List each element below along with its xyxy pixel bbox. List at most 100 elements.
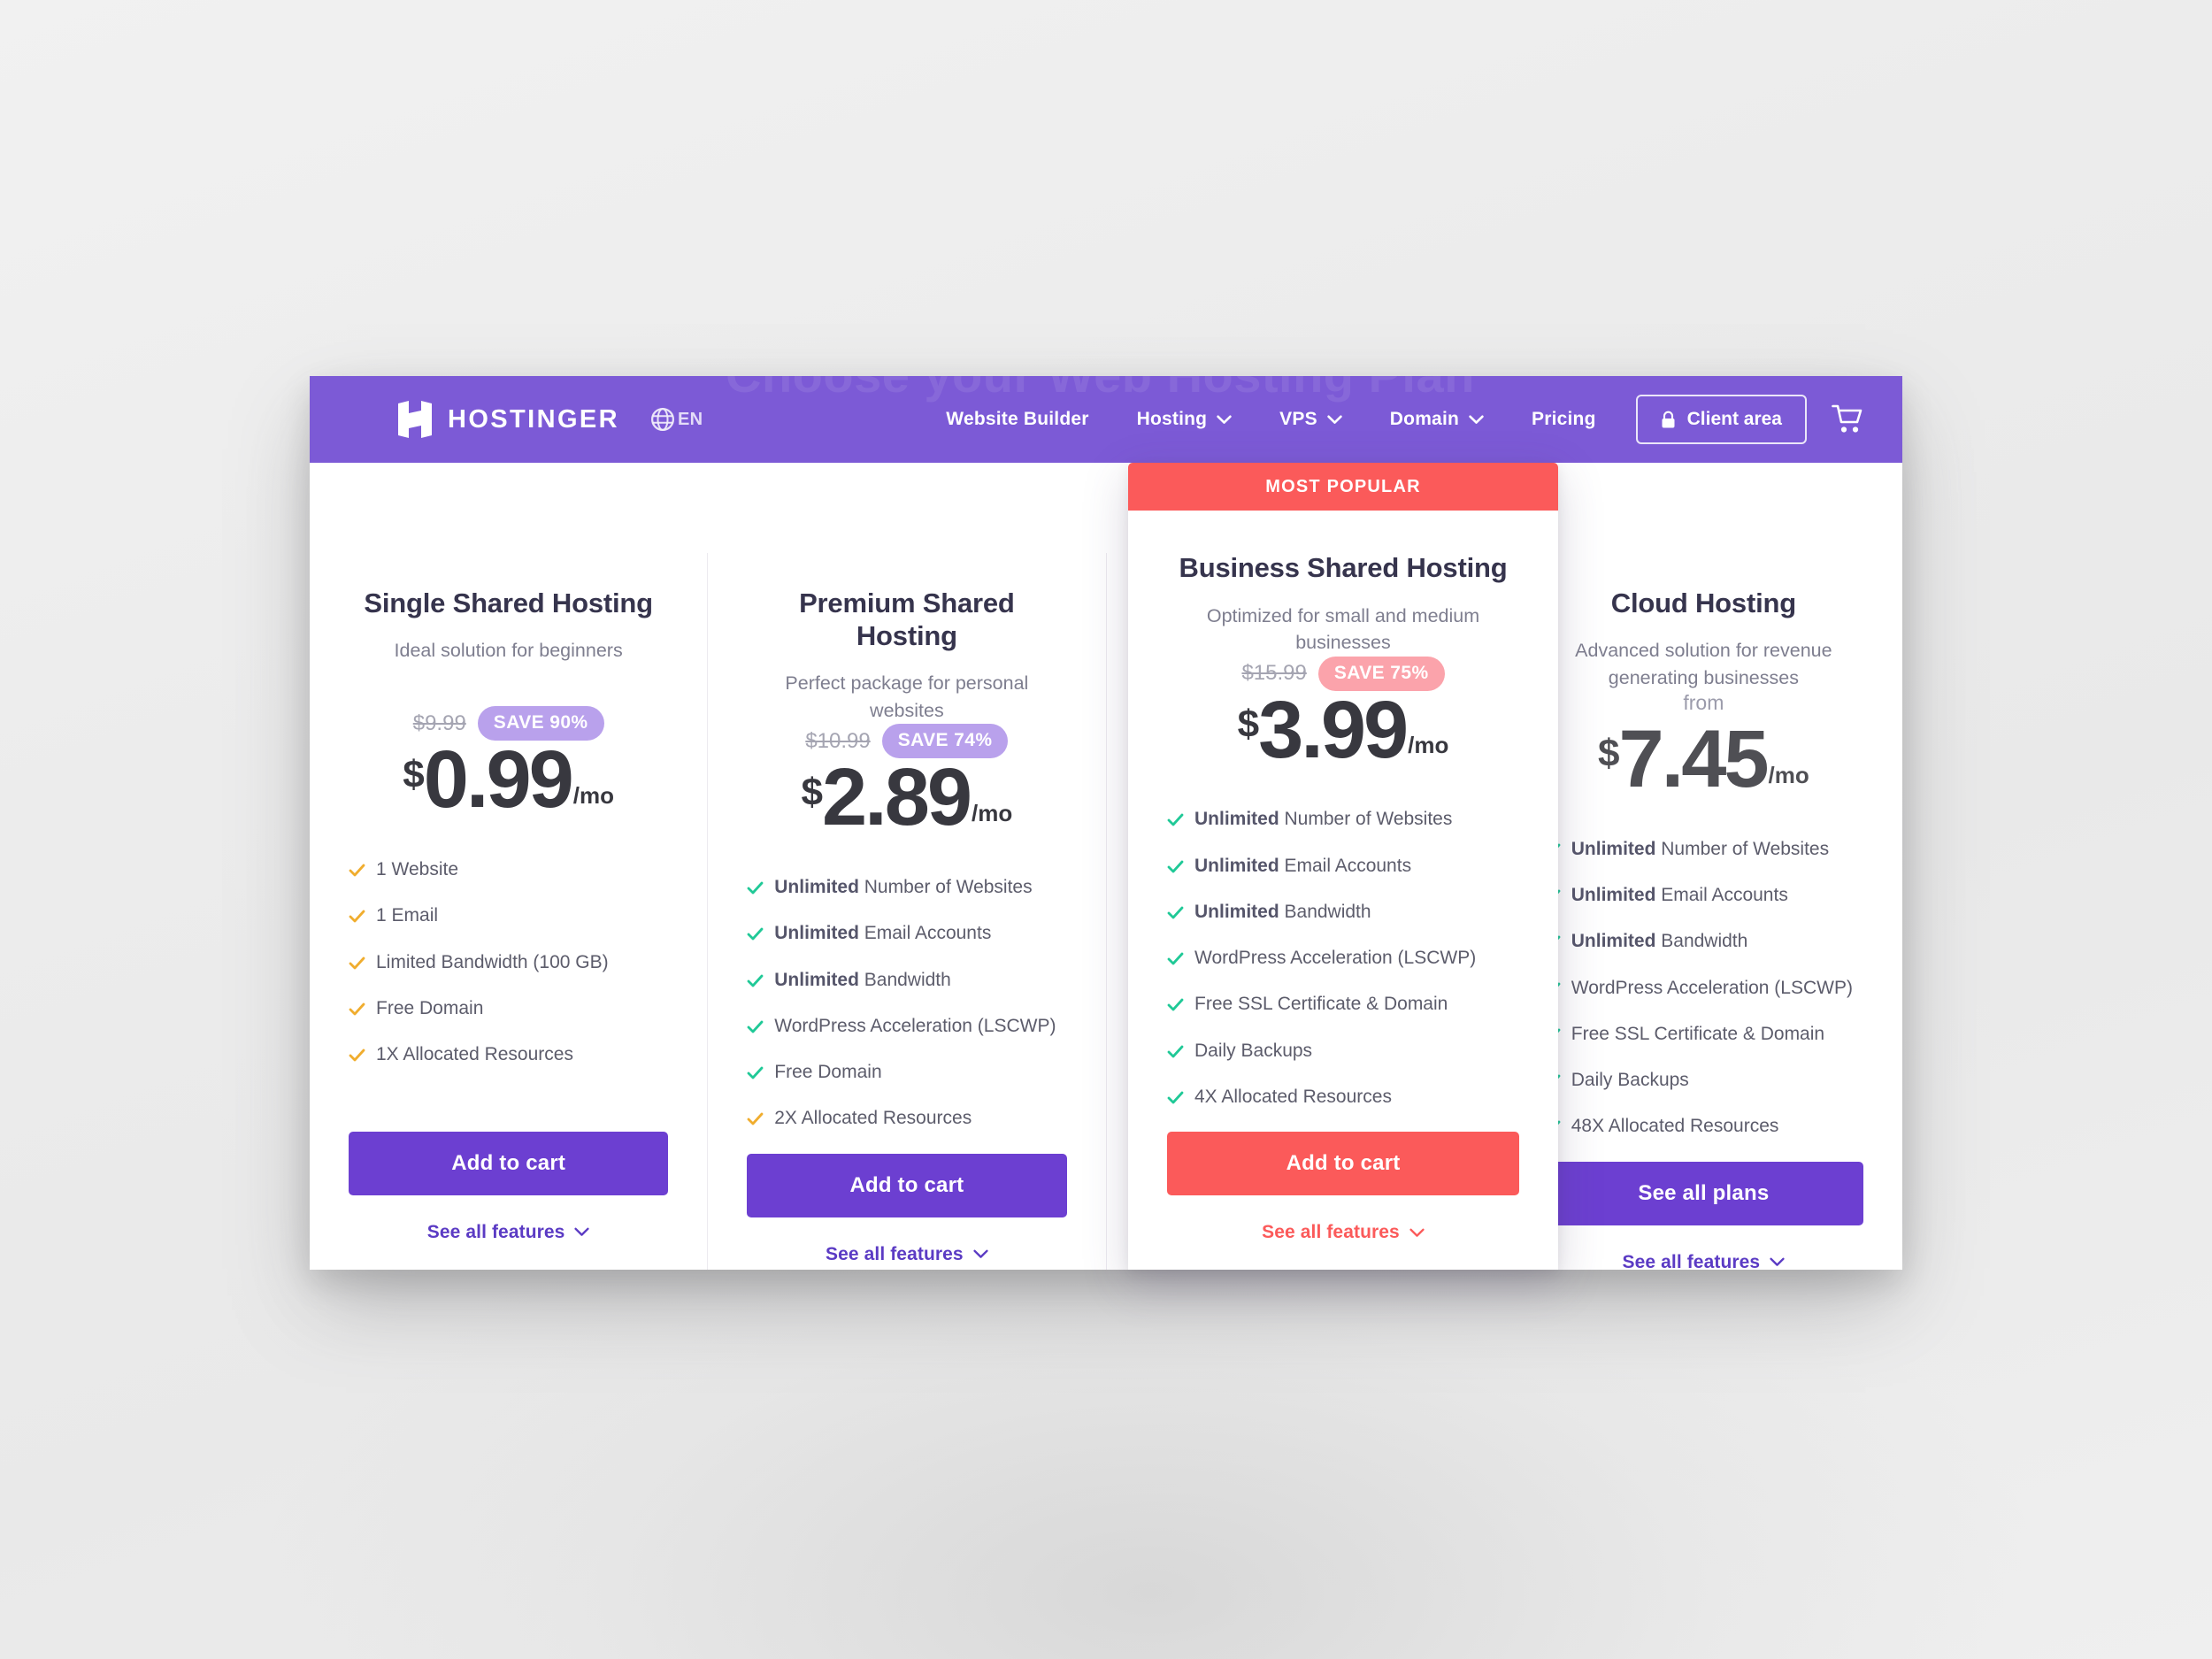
see-all-features-link[interactable]: See all features xyxy=(1167,1222,1519,1243)
see-all-features-label: See all features xyxy=(1622,1251,1761,1272)
feature-label: Email Accounts xyxy=(858,923,992,944)
check-icon xyxy=(1167,901,1184,921)
client-area-label: Client area xyxy=(1686,409,1782,429)
check-icon xyxy=(349,858,365,879)
feature-item: Daily Backups xyxy=(1544,1069,1863,1092)
language-selector[interactable]: EN xyxy=(649,406,703,433)
check-icon xyxy=(1167,1086,1184,1106)
feature-item: Unlimited Bandwidth xyxy=(747,969,1066,992)
nav-item-website-builder[interactable]: Website Builder xyxy=(922,409,1112,430)
plan-price-row: $ 0.99 /mo xyxy=(349,740,668,821)
plan-currency-symbol: $ xyxy=(1597,732,1620,776)
see-all-features-label: See all features xyxy=(1262,1222,1400,1242)
nav-item-domain[interactable]: Domain xyxy=(1366,409,1508,430)
see-all-features-link[interactable]: See all features xyxy=(747,1244,1066,1265)
language-label: EN xyxy=(678,409,703,429)
chevron-down-icon xyxy=(973,1249,988,1259)
plan-price-amount: 3.99 xyxy=(1258,684,1409,775)
shopping-cart-button[interactable] xyxy=(1832,404,1863,434)
feature-item: Unlimited Number of Websites xyxy=(1167,808,1519,831)
chevron-down-icon xyxy=(574,1227,590,1237)
feature-label: Free SSL Certificate & Domain xyxy=(1194,994,1448,1015)
feature-item: Unlimited Email Accounts xyxy=(1544,884,1863,907)
plan-price-block: $9.99 SAVE 90% $ 0.99 /mo xyxy=(349,706,668,821)
see-all-features-link[interactable]: See all features xyxy=(349,1222,668,1243)
plan-price-period: /mo xyxy=(572,782,615,810)
check-icon xyxy=(1167,947,1184,967)
feature-label: WordPress Acceleration (LSCWP) xyxy=(774,1015,1056,1036)
see-all-features-link[interactable]: See all features xyxy=(1544,1252,1863,1273)
plan-old-price: $9.99 xyxy=(412,710,466,735)
feature-label: 2X Allocated Resources xyxy=(774,1108,972,1129)
nav-item-label: Website Builder xyxy=(946,409,1089,429)
feature-item: 2X Allocated Resources xyxy=(747,1107,1066,1130)
chevron-down-icon xyxy=(1217,415,1232,425)
pricing-plan-row: Single Shared Hosting Ideal solution for… xyxy=(310,553,1902,1273)
plan-currency-symbol: $ xyxy=(1237,702,1260,746)
feature-label: Bandwidth xyxy=(1279,901,1371,922)
check-icon xyxy=(747,1107,764,1127)
feature-item: Unlimited Number of Websites xyxy=(747,876,1066,899)
most-popular-badge: MOST POPULAR xyxy=(1128,463,1558,511)
plan-card-single-shared-hosting: Single Shared Hosting Ideal solution for… xyxy=(310,553,709,1270)
check-icon xyxy=(1167,808,1184,828)
feature-item: 1 Website xyxy=(349,858,668,881)
plan-price-period: /mo xyxy=(1768,761,1809,788)
plan-price-period: /mo xyxy=(1408,732,1449,759)
chevron-down-icon xyxy=(1469,415,1484,425)
add-to-cart-button[interactable]: Add to cart xyxy=(349,1131,669,1195)
nav-item-vps[interactable]: VPS xyxy=(1256,409,1366,430)
nav-item-hosting[interactable]: Hosting xyxy=(1113,409,1256,430)
feature-item: Unlimited Bandwidth xyxy=(1544,930,1863,953)
feature-item: Free SSL Certificate & Domain xyxy=(1167,993,1519,1016)
feature-item: Unlimited Email Accounts xyxy=(747,922,1066,945)
plan-old-price: $10.99 xyxy=(805,728,871,753)
plan-feature-list: Unlimited Number of Websites Unlimited E… xyxy=(1544,838,1863,1162)
see-all-features-label: See all features xyxy=(826,1243,964,1264)
feature-item: Daily Backups xyxy=(1167,1040,1519,1063)
plan-subtitle: Advanced solution for revenue generating… xyxy=(1575,640,1832,688)
feature-label: Email Accounts xyxy=(1279,855,1412,876)
see-all-features-label: See all features xyxy=(426,1221,565,1242)
lock-icon xyxy=(1661,411,1676,429)
plan-price-amount: 7.45 xyxy=(1618,714,1769,805)
plan-feature-list: 1 Website 1 Email Limited Bandwidth (100… xyxy=(349,858,668,1089)
feature-item: 1X Allocated Resources xyxy=(349,1043,668,1066)
add-to-cart-button[interactable]: Add to cart xyxy=(1167,1132,1519,1195)
plan-title: Cloud Hosting xyxy=(1610,588,1796,618)
nav-links: Website Builder Hosting VPS Domain Prici… xyxy=(922,395,1867,444)
plan-card-premium-shared-hosting: Premium Shared Hosting Perfect package f… xyxy=(708,553,1107,1270)
plan-currency-symbol: $ xyxy=(801,770,823,814)
plan-card-business-shared-hosting: MOST POPULAR Business Shared Hosting Opt… xyxy=(1128,463,1558,1270)
feature-emphasis: Unlimited xyxy=(774,923,859,944)
feature-emphasis: Unlimited xyxy=(1571,885,1656,906)
plan-price-row: $ 7.45 /mo xyxy=(1544,714,1863,805)
feature-label: Number of Websites xyxy=(1279,809,1453,830)
client-area-button[interactable]: Client area xyxy=(1635,395,1807,444)
feature-label: Free Domain xyxy=(376,997,484,1018)
feature-item: 4X Allocated Resources xyxy=(1167,1086,1519,1109)
feature-emphasis: Unlimited xyxy=(774,969,859,990)
feature-label: Free SSL Certificate & Domain xyxy=(1571,1023,1825,1044)
plan-old-price: $15.99 xyxy=(1241,661,1307,686)
check-icon xyxy=(1167,1040,1184,1060)
plan-feature-list: Unlimited Number of Websites Unlimited E… xyxy=(1167,808,1519,1132)
chevron-down-icon xyxy=(1327,415,1342,425)
feature-item: Unlimited Bandwidth xyxy=(1167,901,1519,924)
nav-item-pricing[interactable]: Pricing xyxy=(1508,409,1620,430)
see-all-plans-button[interactable]: See all plans xyxy=(1543,1161,1863,1225)
plan-subtitle: Optimized for small and medium businesse… xyxy=(1206,604,1480,654)
nav-item-label: Pricing xyxy=(1532,409,1596,429)
brand-name: HOSTINGER xyxy=(448,404,619,434)
add-to-cart-button[interactable]: Add to cart xyxy=(747,1153,1067,1217)
feature-label: WordPress Acceleration (LSCWP) xyxy=(1571,977,1853,998)
feature-label: Email Accounts xyxy=(1655,885,1788,906)
feature-label: Bandwidth xyxy=(1655,931,1748,952)
feature-label: Bandwidth xyxy=(858,969,951,990)
check-icon xyxy=(349,904,365,925)
pricing-plans-section: Single Shared Hosting Ideal solution for… xyxy=(310,463,1902,1273)
check-icon xyxy=(747,969,764,989)
check-icon xyxy=(349,1043,365,1064)
check-icon xyxy=(747,1015,764,1035)
brand-logo[interactable]: HOSTINGER xyxy=(398,401,619,438)
